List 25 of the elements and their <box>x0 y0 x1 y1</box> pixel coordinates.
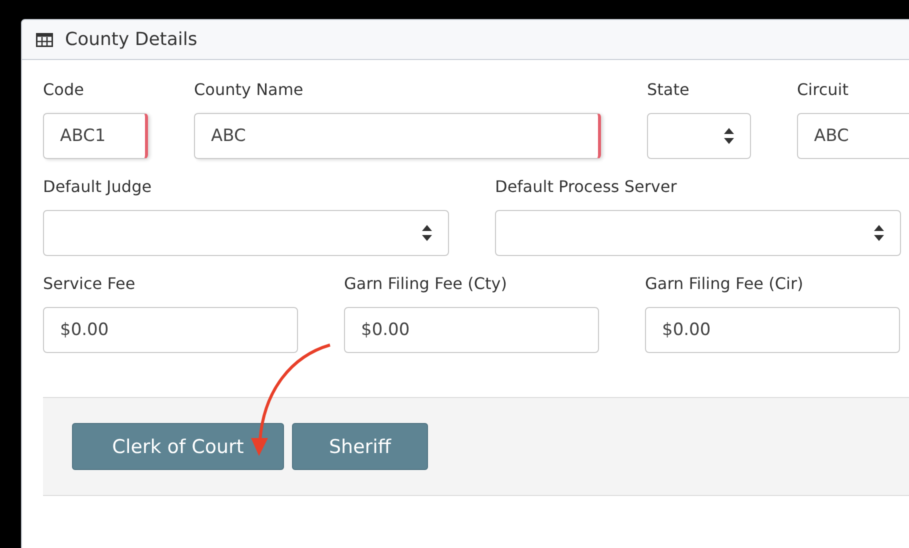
tab-button[interactable]: Sheriff <box>292 423 428 470</box>
input-field[interactable]: ABC1 <box>43 113 148 159</box>
field-label: Garn Filing Fee (Cty) <box>344 274 508 294</box>
select-field[interactable] <box>647 113 751 159</box>
field-label: State <box>647 80 690 100</box>
select-field[interactable] <box>43 210 449 256</box>
table-icon <box>36 32 53 46</box>
field-label: Code <box>43 80 85 100</box>
field-label: Garn Filing Fee (Cir) <box>645 274 804 294</box>
input-field[interactable]: ABC <box>797 113 909 159</box>
tab-button[interactable]: Clerk of Court <box>72 423 284 470</box>
sort-caret-icon <box>724 128 734 144</box>
panel-title: County Details <box>65 29 198 50</box>
input-field[interactable]: ABC <box>194 113 601 159</box>
field-label: Service Fee <box>43 274 136 294</box>
input-field[interactable]: $0.00 <box>43 307 298 353</box>
sort-caret-icon <box>874 225 884 241</box>
field-label: Circuit <box>797 80 850 100</box>
select-field[interactable] <box>495 210 901 256</box>
field-label: Default Process Server <box>495 177 678 197</box>
input-field[interactable]: $0.00 <box>344 307 599 353</box>
field-label: Default Judge <box>43 177 153 197</box>
field-label: County Name <box>194 80 304 100</box>
sort-caret-icon <box>422 225 432 241</box>
input-field[interactable]: $0.00 <box>645 307 900 353</box>
